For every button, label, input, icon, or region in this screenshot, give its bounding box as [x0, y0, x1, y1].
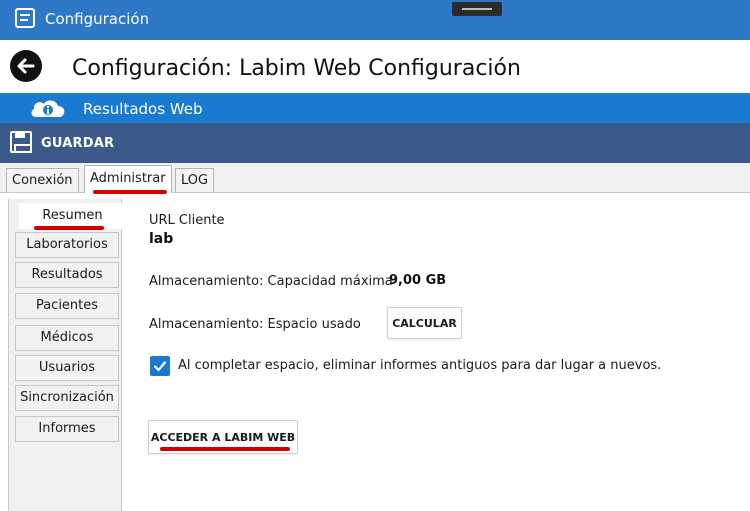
- access-button-highlight: [160, 447, 290, 451]
- capacity-label: Almacenamiento: Capacidad máxima: [149, 274, 393, 289]
- toolbar: GUARDAR: [0, 123, 750, 163]
- save-button-label: GUARDAR: [41, 136, 115, 151]
- sidebar-item-sincronizacion[interactable]: Sincronización: [15, 385, 119, 411]
- main-panel: URL Cliente lab Almacenamiento: Capacida…: [122, 199, 750, 511]
- sidebar-item-resultados[interactable]: Resultados: [15, 262, 119, 288]
- sidebar-item-informes[interactable]: Informes: [15, 416, 119, 442]
- drag-handle-icon[interactable]: [452, 2, 502, 16]
- calculate-button[interactable]: CALCULAR: [387, 307, 462, 339]
- url-value: lab: [149, 231, 174, 247]
- used-space-label: Almacenamiento: Espacio usado: [149, 317, 361, 332]
- save-button[interactable]: GUARDAR: [10, 129, 120, 157]
- section-title: Resultados Web: [83, 100, 203, 118]
- back-arrow-icon: [17, 58, 35, 74]
- checkmark-icon: [153, 361, 167, 372]
- page-title: Configuración: Labim Web Configuración: [72, 56, 521, 81]
- tab-strip: Conexión Administrar LOG: [0, 163, 750, 193]
- tab-conexion[interactable]: Conexión: [6, 168, 79, 192]
- floppy-disk-icon: [10, 131, 32, 153]
- window-title: Configuración: [45, 10, 150, 28]
- app-window-icon: [15, 8, 35, 28]
- sidebar-item-laboratorios[interactable]: Laboratorios: [15, 232, 119, 258]
- capacity-value: 9,00 GB: [389, 273, 447, 288]
- sidebar-item-medicos[interactable]: Médicos: [15, 325, 119, 351]
- page-header: Configuración: Labim Web Configuración: [0, 40, 750, 90]
- url-label: URL Cliente: [149, 213, 225, 228]
- auto-delete-label: Al completar espacio, eliminar informes …: [178, 358, 662, 373]
- sidebar-item-pacientes[interactable]: Pacientes: [15, 293, 119, 319]
- section-banner: Resultados Web: [0, 93, 750, 123]
- sidebar: Resumen Laboratorios Resultados Paciente…: [8, 199, 125, 511]
- tab-log[interactable]: LOG: [175, 168, 215, 192]
- auto-delete-checkbox[interactable]: [150, 356, 170, 376]
- back-button[interactable]: [10, 50, 42, 82]
- active-tab-highlight: [93, 190, 167, 194]
- window-titlebar[interactable]: Configuración: [0, 0, 750, 40]
- tab-administrar[interactable]: Administrar: [84, 165, 172, 193]
- cloud-icon: [31, 100, 65, 117]
- active-sidebar-highlight: [34, 226, 104, 230]
- sidebar-item-usuarios[interactable]: Usuarios: [15, 355, 119, 381]
